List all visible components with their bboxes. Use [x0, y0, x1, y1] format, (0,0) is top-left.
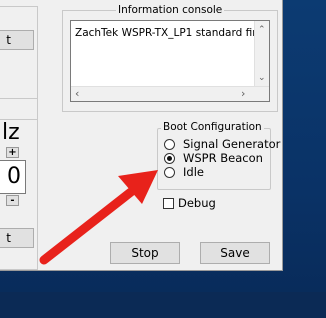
- scroll-up-icon[interactable]: ⌃: [258, 25, 266, 35]
- radio-wspr-beacon-label: WSPR Beacon: [183, 151, 263, 165]
- radio-idle-circle[interactable]: [164, 166, 175, 178]
- radio-idle-label: Idle: [183, 165, 204, 179]
- scroll-down-icon[interactable]: ⌄: [258, 73, 266, 83]
- radio-signal-generator-label: Signal Generator: [183, 137, 281, 151]
- info-console-text: ZachTek WSPR-TX_LP1 standard firm: [75, 27, 267, 39]
- increment-button[interactable]: +: [6, 147, 19, 158]
- info-console-caption: Information console: [116, 4, 225, 16]
- info-console-textbox[interactable]: ZachTek WSPR-TX_LP1 standard firm ⌃ ⌄ ‹ …: [70, 20, 270, 102]
- debug-label: Debug: [178, 196, 216, 210]
- app-window: t lz + 0 - t Information console ZachTek…: [0, 0, 283, 271]
- radio-signal-generator[interactable]: Signal Generator: [164, 137, 280, 151]
- radio-wspr-beacon-circle[interactable]: [164, 152, 175, 164]
- left-bottom-button[interactable]: t: [0, 228, 34, 248]
- boot-config-caption: Boot Configuration: [161, 121, 264, 133]
- info-console-vertical-scrollbar[interactable]: ⌃ ⌄: [254, 21, 269, 87]
- debug-checkbox[interactable]: [163, 198, 174, 209]
- radio-idle[interactable]: Idle: [164, 165, 204, 179]
- frequency-unit-label: lz: [2, 120, 20, 145]
- radio-wspr-beacon[interactable]: WSPR Beacon: [164, 151, 263, 165]
- scroll-right-icon[interactable]: ›: [241, 88, 245, 99]
- radio-signal-generator-circle[interactable]: [164, 138, 175, 150]
- save-button[interactable]: Save: [200, 242, 270, 264]
- decrement-button[interactable]: -: [6, 195, 19, 206]
- frequency-digit-value: 0: [7, 164, 21, 189]
- left-top-button[interactable]: t: [0, 30, 34, 50]
- frequency-digit-field[interactable]: 0: [0, 160, 26, 194]
- desktop-strip: [0, 292, 326, 318]
- info-console-horizontal-scrollbar[interactable]: ‹ ›: [71, 86, 269, 101]
- stop-button[interactable]: Stop: [110, 242, 180, 264]
- scroll-left-icon[interactable]: ‹: [75, 88, 79, 99]
